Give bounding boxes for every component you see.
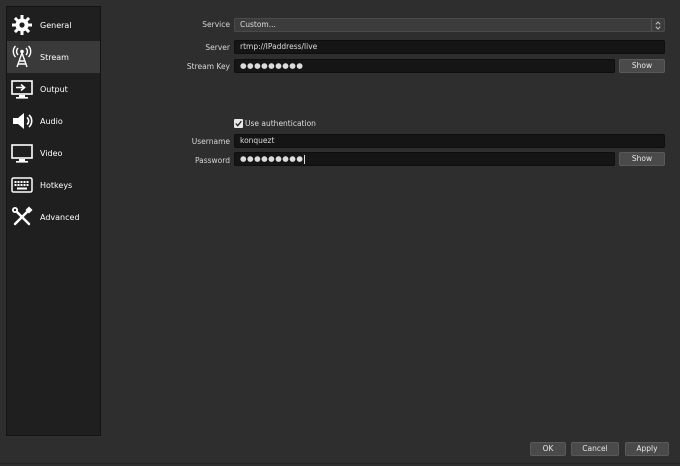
output-monitor-icon (10, 77, 34, 101)
checkmark-icon (235, 120, 242, 127)
sidebar-item-advanced[interactable]: Advanced (7, 201, 100, 233)
sidebar-item-label: Audio (40, 116, 63, 126)
updown-chevron-icon (651, 19, 664, 31)
text-cursor (304, 154, 306, 164)
password-value: ●●●●●●●●● (240, 154, 304, 163)
username-label: Username (191, 137, 230, 146)
monitor-icon (10, 141, 34, 165)
gear-icon (10, 13, 34, 37)
service-value: Custom... (240, 20, 276, 29)
sidebar-item-video[interactable]: Video (7, 137, 100, 169)
sidebar-item-label: Hotkeys (40, 180, 73, 190)
wrench-screwdriver-icon (10, 205, 34, 229)
stream-key-label: Stream Key (186, 62, 230, 71)
service-label: Service (202, 20, 230, 29)
stream-key-input[interactable]: ●●●●●●●●● (234, 59, 615, 73)
broadcast-tower-icon (10, 45, 34, 69)
apply-button[interactable]: Apply (625, 442, 669, 456)
sidebar-item-label: Stream (40, 52, 69, 62)
speaker-icon (10, 109, 34, 133)
stream-key-show-button[interactable]: Show (619, 59, 665, 73)
sidebar-item-label: Advanced (40, 212, 80, 222)
settings-sidebar: General Stream Output Audio Video Hotkey… (6, 6, 101, 436)
server-label: Server (205, 43, 230, 52)
sidebar-item-general[interactable]: General (7, 9, 100, 41)
password-input[interactable]: ●●●●●●●●● (234, 152, 615, 166)
use-authentication-label[interactable]: Use authentication (245, 119, 316, 128)
password-show-button[interactable]: Show (619, 152, 665, 166)
username-input[interactable]: konquezt (234, 134, 665, 148)
sidebar-item-hotkeys[interactable]: Hotkeys (7, 169, 100, 201)
cancel-button[interactable]: Cancel (571, 442, 619, 456)
server-input[interactable]: rtmp://IPaddress/live (234, 40, 665, 54)
sidebar-item-stream[interactable]: Stream (7, 41, 100, 73)
bottom-divider (0, 463, 680, 464)
service-dropdown[interactable]: Custom... (234, 18, 665, 32)
sidebar-item-label: Output (40, 84, 68, 94)
sidebar-item-audio[interactable]: Audio (7, 105, 100, 137)
use-authentication-checkbox[interactable] (234, 119, 243, 128)
sidebar-item-output[interactable]: Output (7, 73, 100, 105)
keyboard-icon (10, 173, 34, 197)
password-label: Password (194, 156, 230, 165)
sidebar-item-label: General (40, 20, 72, 30)
ok-button[interactable]: OK (530, 442, 566, 456)
sidebar-item-label: Video (40, 148, 63, 158)
